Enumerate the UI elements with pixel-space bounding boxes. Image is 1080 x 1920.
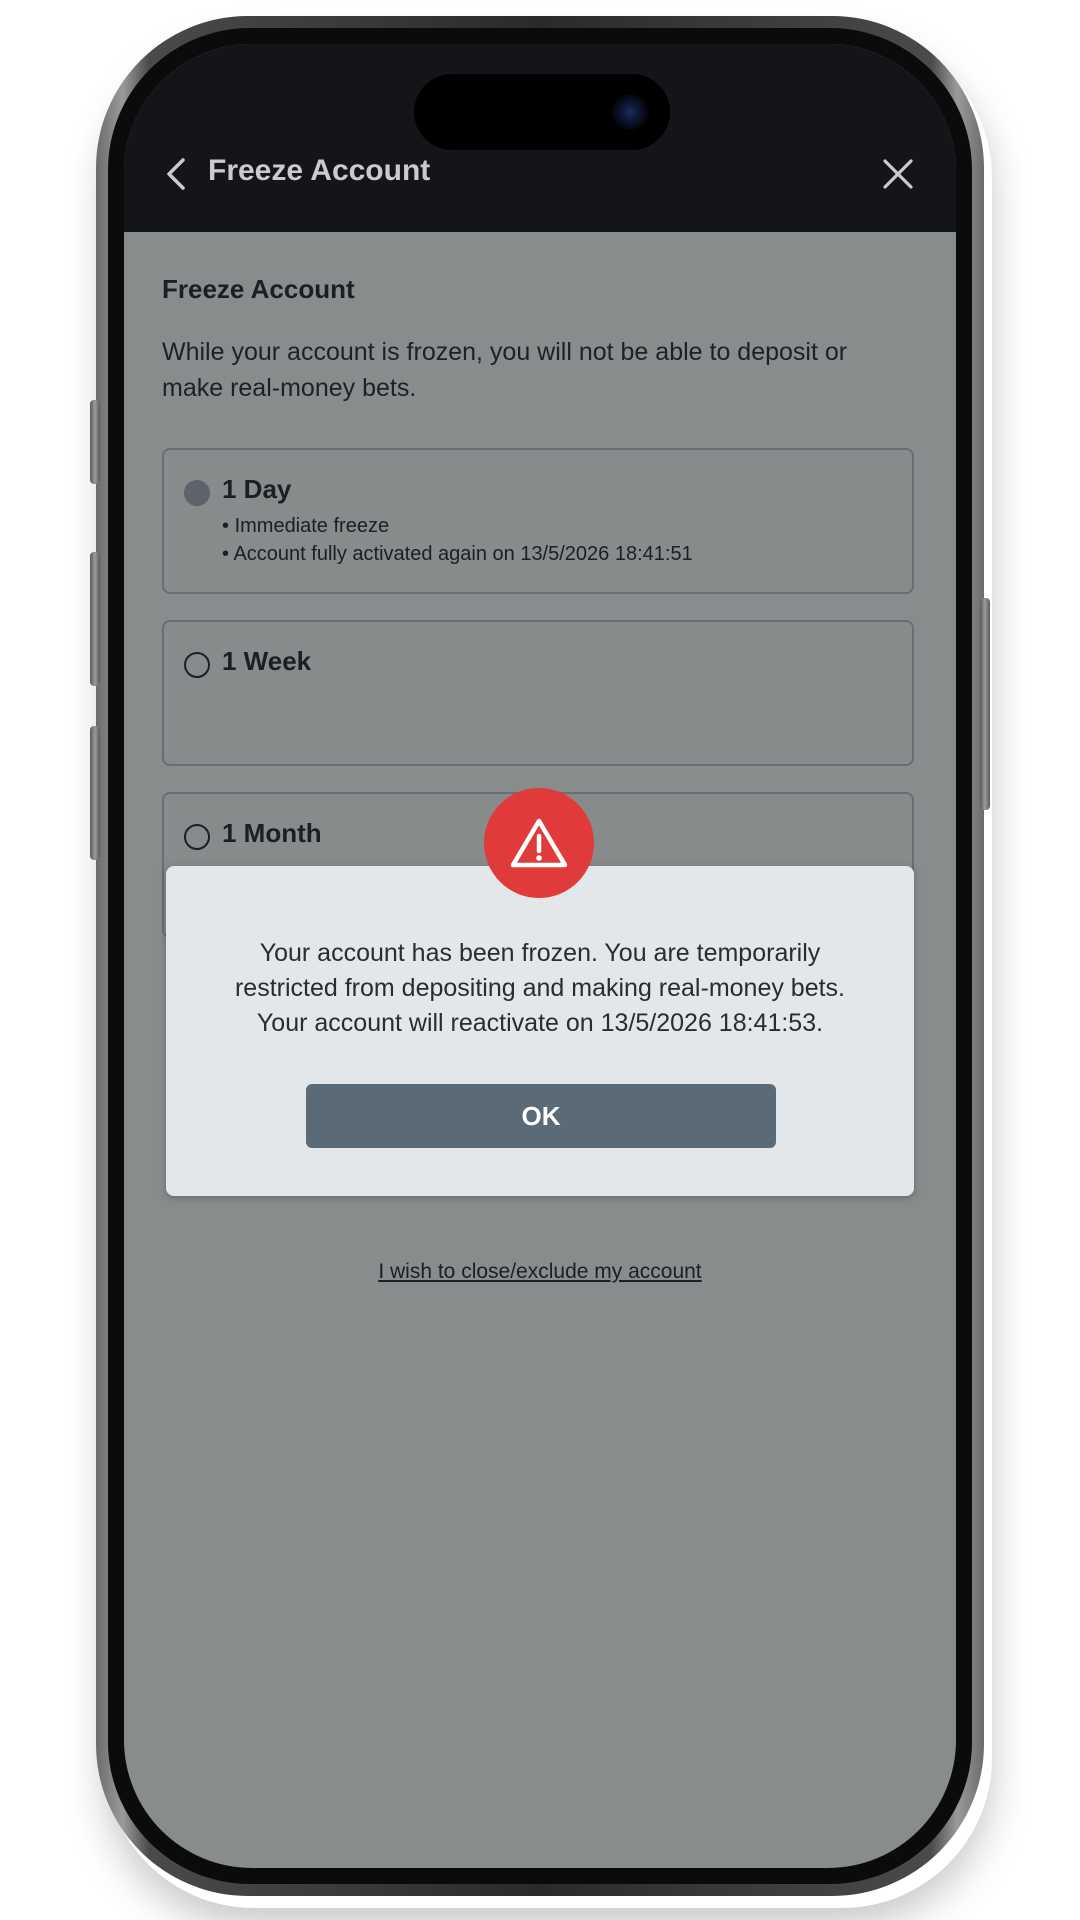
dialog-message-line: Your account has been frozen. You are te…	[259, 939, 821, 967]
warning-icon	[510, 818, 568, 868]
option-1-week[interactable]: 1 Week	[162, 620, 914, 766]
radio-selected[interactable]	[184, 480, 210, 506]
front-camera	[612, 94, 648, 130]
close-exclude-account-link[interactable]: I wish to close/exclude my account	[124, 1260, 956, 1284]
header-title: Freeze Account	[208, 154, 431, 187]
close-icon	[883, 159, 913, 189]
volume-up-button	[90, 552, 100, 686]
back-button[interactable]	[156, 152, 196, 196]
chevron-left-icon	[167, 158, 185, 190]
bullet-item: Account fully activated again on 13/5/20…	[222, 540, 692, 568]
radio-unselected[interactable]	[184, 824, 210, 850]
phone-screen: Freeze Account Freeze Account While your…	[124, 44, 956, 1868]
option-1-day[interactable]: 1 Day Immediate freeze Account fully act…	[162, 448, 914, 594]
section-title: Freeze Account	[162, 274, 355, 304]
dialog-message-line: Your account will reactivate on 13/5/202…	[256, 1009, 824, 1037]
bullet-item: Immediate freeze	[222, 512, 693, 540]
ok-button[interactable]: OK	[306, 1084, 776, 1148]
power-button	[980, 598, 990, 810]
dialog-message: Your account has been frozen. You are te…	[196, 936, 884, 1041]
warning-badge	[484, 788, 594, 898]
silent-switch	[90, 400, 100, 484]
volume-down-button	[90, 726, 100, 860]
close-button[interactable]	[878, 152, 918, 196]
page: Freeze Account Freeze Account While your…	[0, 0, 1080, 1920]
frozen-dialog: Your account has been frozen. You are te…	[166, 866, 914, 1196]
section-description: While your account is frozen, you will n…	[162, 338, 848, 402]
option-label: 1 Week	[222, 646, 312, 676]
option-label: 1 Month	[222, 818, 322, 848]
dialog-message-line: restricted from depositing and making re…	[234, 974, 845, 1002]
option-bullets: Immediate freeze Account fully activated…	[222, 512, 693, 568]
radio-unselected[interactable]	[184, 652, 210, 678]
dynamic-island	[414, 74, 670, 150]
option-label: 1 Day	[222, 474, 292, 504]
